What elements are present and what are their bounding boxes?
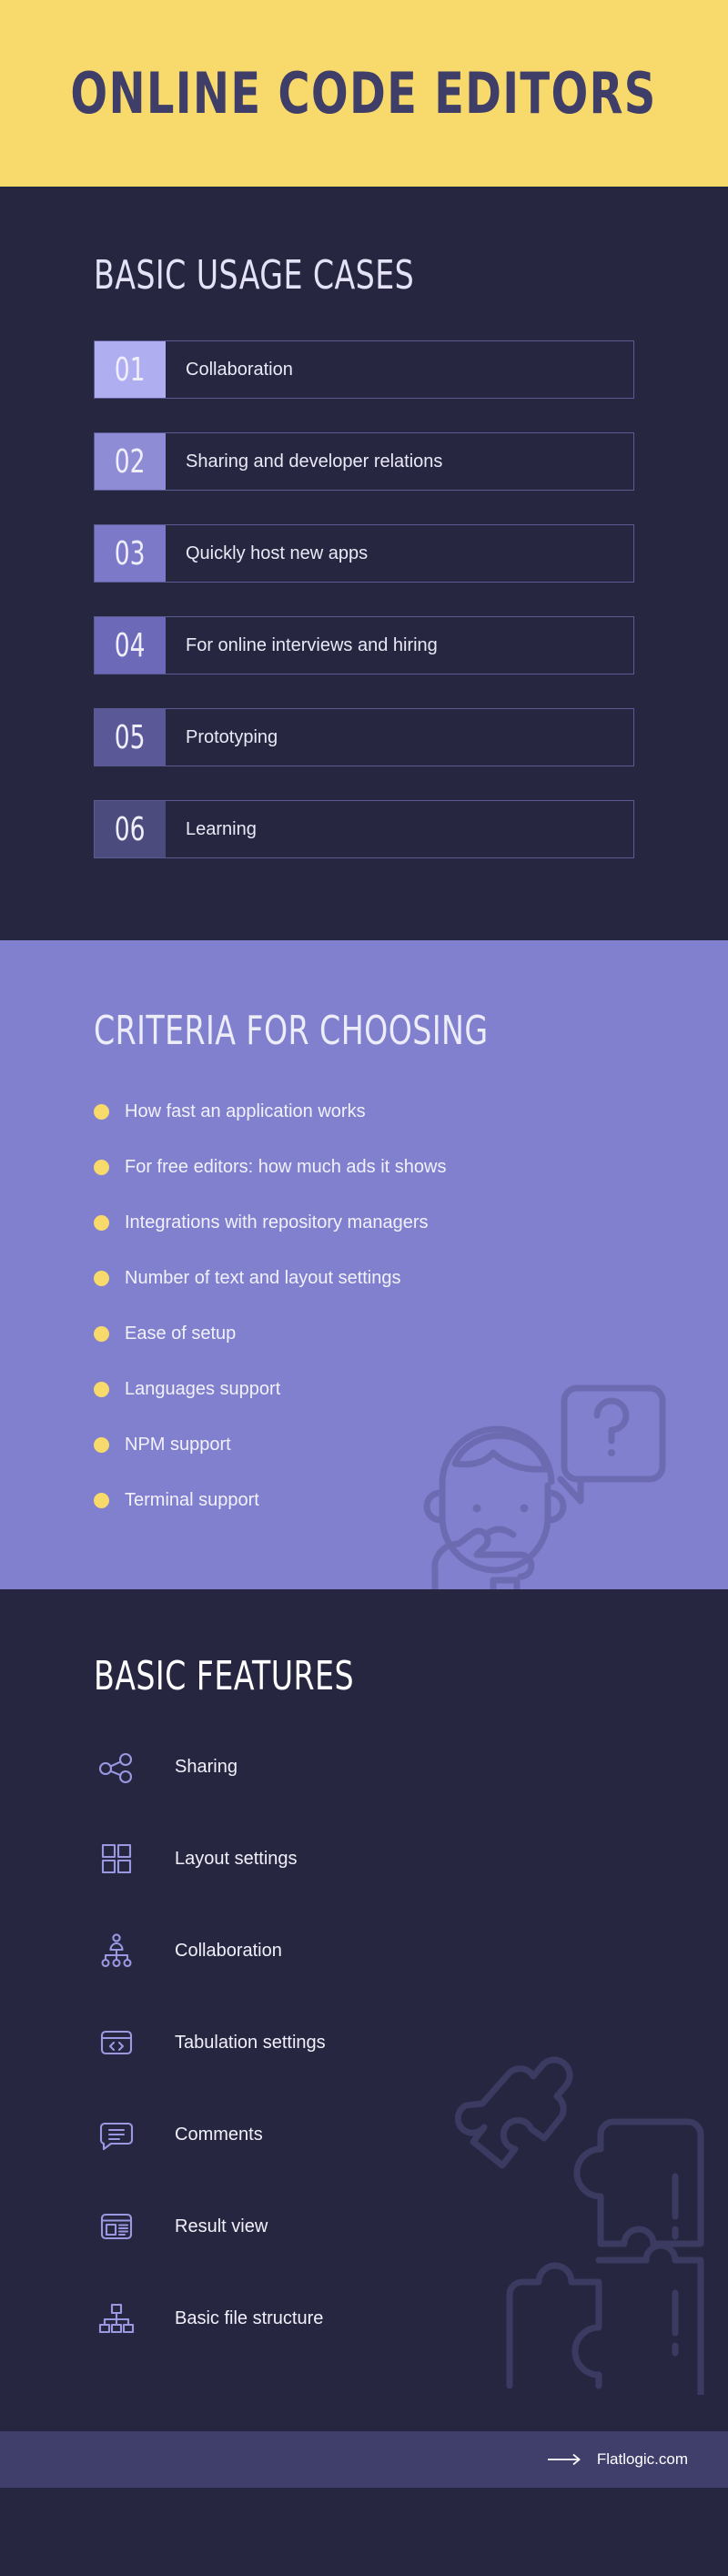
feature-row: Tabulation settings [91,2017,728,2068]
feature-label: Comments [175,2124,263,2145]
feature-label: Tabulation settings [175,2032,326,2053]
usage-row-number: 04 [95,617,166,674]
bullet-dot-icon [94,1326,109,1342]
usage-section-heading: BASIC USAGE CASES [94,252,415,299]
section-basic-features: BASIC FEATURES Sharing Layout settings Col… [0,1589,728,2431]
feature-label: Sharing [175,1756,238,1777]
criteria-item: How fast an application works [94,1101,728,1122]
feature-label: Basic file structure [175,2307,324,2328]
criteria-item: Integrations with repository managers [94,1212,728,1233]
usage-row: 03 Quickly host new apps [94,524,634,583]
usage-row-label: Quickly host new apps [186,543,369,563]
features-section-heading: BASIC FEATURES [94,1653,355,1699]
bullet-dot-icon [94,1104,109,1120]
criteria-item: Ease of setup [94,1323,728,1344]
comment-bubble-icon [91,2116,142,2153]
bullet-dot-icon [94,1160,109,1175]
criteria-item: Terminal support [94,1490,728,1511]
usage-row-label: Sharing and developer relations [186,451,443,472]
share-nodes-icon [91,1749,142,1785]
criteria-item-label: Number of text and layout settings [125,1268,401,1288]
section-criteria-for-choosing: CRITERIA FOR CHOOSING How fast an applic… [0,940,728,1589]
usage-row: 02 Sharing and developer relations [94,432,634,491]
usage-row-number: 05 [95,709,166,766]
criteria-list: How fast an application works For free ed… [94,1101,728,1511]
feature-label: Result view [175,2216,268,2236]
usage-row-number: 01 [95,341,166,398]
features-list: Sharing Layout settings Collaboration Tabul… [91,1741,728,2344]
feature-label: Layout settings [175,1848,298,1869]
usage-row-label: Prototyping [186,726,278,747]
bullet-dot-icon [94,1382,109,1397]
file-tree-icon [91,2300,142,2337]
feature-row: Comments [91,2109,728,2160]
usage-row: 04 For online interviews and hiring [94,616,634,674]
bullet-dot-icon [94,1437,109,1453]
usage-list: 01 Collaboration 02 Sharing and developer r… [94,340,634,858]
criteria-item: For free editors: how much ads it shows [94,1157,728,1178]
usage-row-label: Learning [186,818,257,839]
infographic-page: ONLINE CODE EDITORS BASIC USAGE CASES 01… [0,0,728,2576]
page-title: ONLINE CODE EDITORS [70,60,658,127]
grid-squares-icon [91,1841,142,1877]
code-window-icon [91,2024,142,2061]
usage-row: 06 Learning [94,800,634,858]
criteria-item: NPM support [94,1435,728,1455]
header-banner: ONLINE CODE EDITORS [0,0,728,187]
criteria-section-heading: CRITERIA FOR CHOOSING [94,1008,489,1054]
feature-row: Result view [91,2201,728,2252]
bullet-dot-icon [94,1215,109,1231]
bullet-dot-icon [94,1493,109,1508]
result-window-icon [91,2208,142,2245]
org-chart-person-icon [91,1932,142,1969]
section-basic-usage-cases: BASIC USAGE CASES 01 Collaboration 02 Shari… [0,187,728,940]
criteria-item-label: Terminal support [125,1490,259,1510]
criteria-item-label: Languages support [125,1379,281,1399]
usage-row-number: 03 [95,525,166,582]
usage-row: 05 Prototyping [94,708,634,766]
usage-row-number: 02 [95,433,166,490]
feature-row: Basic file structure [91,2293,728,2344]
usage-row: 01 Collaboration [94,340,634,399]
feature-row: Sharing [91,1741,728,1792]
criteria-item-label: NPM support [125,1435,231,1455]
criteria-item-label: Integrations with repository managers [125,1212,429,1232]
criteria-item: Number of text and layout settings [94,1268,728,1289]
footer-link-label[interactable]: Flatlogic.com [597,2450,688,2469]
usage-row-label: For online interviews and hiring [186,634,438,655]
feature-label: Collaboration [175,1940,282,1961]
usage-row-number: 06 [95,801,166,857]
criteria-item: Languages support [94,1379,728,1400]
criteria-item-label: For free editors: how much ads it shows [125,1157,447,1177]
feature-row: Collaboration [91,1925,728,1976]
usage-row-label: Collaboration [186,359,293,380]
feature-row: Layout settings [91,1833,728,1884]
footer-bar: Flatlogic.com [0,2431,728,2488]
criteria-item-label: How fast an application works [125,1101,366,1121]
bullet-dot-icon [94,1271,109,1286]
criteria-item-label: Ease of setup [125,1323,237,1344]
arrow-right-icon [547,2453,584,2466]
